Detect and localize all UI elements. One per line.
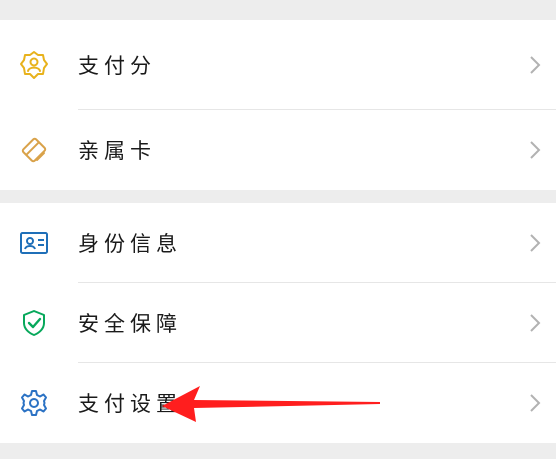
chevron-right-icon [528, 312, 542, 334]
chevron-right-icon [528, 54, 542, 76]
menu-item-identity-info[interactable]: 身份信息 [0, 203, 556, 283]
menu-item-label: 身份信息 [78, 232, 182, 256]
menu-item-family-card[interactable]: 亲属卡 [0, 110, 556, 190]
shield-check-icon [19, 308, 49, 338]
chevron-right-icon [528, 139, 542, 161]
id-card-icon [19, 228, 49, 258]
menu-item-label: 安全保障 [78, 312, 182, 336]
group-separator [0, 190, 556, 203]
payment-score-icon [19, 50, 49, 80]
menu-item-payment-score[interactable]: 支付分 [0, 20, 556, 110]
menu-item-label: 支付设置 [78, 392, 182, 416]
gear-icon [19, 388, 49, 418]
top-spacer [0, 0, 556, 20]
family-card-icon [19, 135, 49, 165]
menu-group-2: 身份信息 安全保障 支付设置 [0, 203, 556, 443]
menu-item-payment-settings[interactable]: 支付设置 [0, 363, 556, 443]
menu-item-label: 支付分 [78, 54, 156, 78]
menu-item-security[interactable]: 安全保障 [0, 283, 556, 363]
chevron-right-icon [528, 232, 542, 254]
chevron-right-icon [528, 392, 542, 414]
menu-item-label: 亲属卡 [78, 139, 156, 163]
menu-group-1: 支付分 亲属卡 [0, 20, 556, 190]
